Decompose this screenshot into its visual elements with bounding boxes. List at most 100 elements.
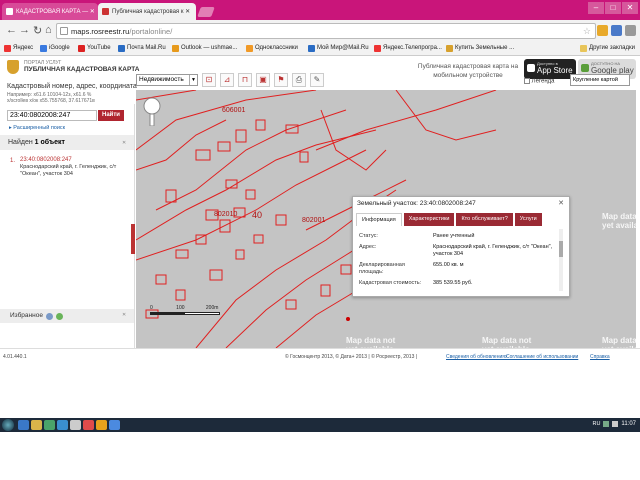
os-taskbar: RU 11:07 <box>0 418 640 432</box>
parcel-marker[interactable] <box>346 317 350 321</box>
tab-cadastral-map[interactable]: КАДАСТРОВАЯ КАРТА — ✕ <box>2 3 98 20</box>
layers-icon[interactable]: ▣ <box>256 73 270 87</box>
measure-distance-icon[interactable]: ⊿ <box>220 73 234 87</box>
terms-link[interactable]: Соглашение об использовании <box>506 354 578 360</box>
help-link[interactable]: Справка <box>590 354 610 360</box>
volume-icon[interactable] <box>612 421 619 427</box>
site-title[interactable]: ПУБЛИЧНАЯ КАДАСТРОВАЯ КАРТА <box>24 66 139 73</box>
tab-information[interactable]: Информация <box>356 213 402 226</box>
print-icon[interactable]: ⎙ <box>292 73 306 87</box>
bookmark-youtube[interactable]: YouTube <box>78 45 111 52</box>
bookmark-land-plots[interactable]: Купить Земельные ... <box>446 45 515 52</box>
skype-icon[interactable] <box>57 420 68 430</box>
basemap-select[interactable]: Кругление картой <box>570 74 630 86</box>
bookmark-igoogle[interactable]: iGoogle <box>40 45 70 52</box>
legend-checkbox[interactable] <box>524 78 530 84</box>
scrollbar-thumb[interactable] <box>559 241 563 257</box>
bookmark-star-icon[interactable]: ☆ <box>583 26 591 37</box>
tab-services[interactable]: Услуги <box>514 213 542 226</box>
close-icon[interactable]: ✕ <box>558 199 564 207</box>
reload-icon[interactable]: ↻ <box>33 24 42 37</box>
result-index: 1. <box>10 158 16 164</box>
page-icon <box>446 45 453 52</box>
updates-link[interactable]: Сведения об обновлениях <box>446 354 507 360</box>
left-panel: 23:40:0802008:247 Найти ▸ Расширенный по… <box>0 104 135 348</box>
firefox-icon[interactable] <box>96 420 107 430</box>
coat-of-arms-icon <box>7 60 19 74</box>
bookmark-label: Купить Земельные ... <box>455 45 515 51</box>
search-label: Кадастровый номер, адрес, координата <box>7 83 137 90</box>
bookmark-map-icon[interactable]: ⚑ <box>274 73 288 87</box>
site-footer: 4.01.440.1 © Госмонцентр 2013, © Дата+ 2… <box>0 348 640 366</box>
close-window-icon[interactable]: ✕ <box>622 2 638 14</box>
popup-scrollbar[interactable] <box>559 229 563 291</box>
home-icon[interactable]: ⌂ <box>45 24 52 36</box>
extension-icon[interactable] <box>611 25 622 36</box>
outlook-icon <box>172 45 179 52</box>
bookmark-odnoklassniki[interactable]: Одноклассники <box>246 45 298 52</box>
results-header: Найден 1 объект <box>0 135 134 150</box>
layer-select[interactable]: Недвижимость ▼ <box>136 74 198 86</box>
pan-zoom-control[interactable] <box>142 96 168 126</box>
back-arrow-icon[interactable]: ← <box>6 24 17 36</box>
extension-icon[interactable] <box>597 25 608 36</box>
collapse-icon[interactable]: ✕ <box>122 312 126 318</box>
bookmark-outlook[interactable]: Outlook — ushmae... <box>172 45 238 52</box>
opera-icon[interactable] <box>83 420 94 430</box>
favorites-header[interactable]: Избранное <box>0 309 134 323</box>
maximize-icon[interactable]: □ <box>605 2 621 14</box>
splitter-handle[interactable] <box>131 224 135 254</box>
chevron-down-icon: ▼ <box>189 75 197 85</box>
folder-icon[interactable] <box>31 420 42 430</box>
network-icon[interactable] <box>603 421 610 427</box>
legend-toggle[interactable]: Легенда <box>524 78 555 85</box>
new-tab-button[interactable] <box>197 7 215 17</box>
map-label: 606001 <box>222 107 245 114</box>
bookmark-label: Почта Mail.Ru <box>127 45 166 51</box>
popup-tabs: Информация Характеристики Кто обслуживае… <box>356 213 568 226</box>
advanced-search-link[interactable]: ▸ Расширенный поиск <box>9 125 65 131</box>
url-host: maps.rosreestr.ru <box>71 27 130 36</box>
other-bookmarks[interactable]: Другие закладки <box>580 45 635 52</box>
draw-tool-icon[interactable]: ✎ <box>310 73 324 87</box>
search-value: 23:40:0802008:247 <box>10 112 71 119</box>
media-icon[interactable] <box>44 420 55 430</box>
odnoklassniki-icon <box>246 45 253 52</box>
tab-who-serves[interactable]: Кто обслуживает? <box>456 213 513 226</box>
address-bar[interactable]: maps.rosreestr.ru/portalonline/ ☆ <box>56 23 596 39</box>
tab-public-cadastral-map[interactable]: Публичная кадастровая к ✕ <box>98 3 196 20</box>
chrome-icon[interactable] <box>109 420 120 430</box>
favorite-add-icon[interactable] <box>46 313 53 320</box>
bookmark-moy-mir[interactable]: Мой Мир@Mail.Ru <box>308 45 369 52</box>
panel-splitter[interactable] <box>131 104 135 348</box>
popup-title: Земельный участок: 23:40:0802008:247 <box>357 200 476 207</box>
collapse-icon[interactable]: ✕ <box>122 140 126 146</box>
measure-area-icon[interactable]: ⊡ <box>202 73 216 87</box>
minimize-icon[interactable]: – <box>588 2 604 14</box>
bookmark-yandex-tv[interactable]: Яндекс.Телепрогра... <box>374 45 442 52</box>
start-button-icon[interactable] <box>2 419 14 431</box>
forward-arrow-icon[interactable]: → <box>19 24 30 36</box>
bookmark-label: Outlook — ushmae... <box>181 45 238 51</box>
language-indicator[interactable]: RU <box>592 421 600 427</box>
tab-strip: КАДАСТРОВАЯ КАРТА — ✕ Публичная кадастро… <box>0 0 640 20</box>
bookmark-mail-ru[interactable]: Почта Mail.Ru <box>118 45 166 52</box>
app-store-badge[interactable]: Доступно в App Store <box>524 59 576 79</box>
parcel-info-popup: Земельный участок: 23:40:0802008:247 ✕ И… <box>352 196 570 297</box>
layer-select-value: Недвижимость <box>139 76 184 83</box>
ie-icon[interactable] <box>18 420 29 430</box>
search-input[interactable]: 23:40:0802008:247 <box>7 110 97 121</box>
no-data-watermark: Map data not yet available <box>346 336 396 348</box>
tab-characteristics[interactable]: Характеристики <box>403 213 455 226</box>
select-parcel-icon[interactable]: ⊓ <box>238 73 252 87</box>
wrench-menu-icon[interactable] <box>625 25 636 36</box>
found-label: Найден <box>8 139 33 146</box>
app-icon[interactable] <box>70 420 81 430</box>
result-cadastral-link[interactable]: 23:40:0802008:247 <box>20 157 72 163</box>
extension-icons <box>597 25 636 36</box>
bookmark-yandex[interactable]: Яндекс <box>4 45 33 52</box>
clock[interactable]: 11:07 <box>621 421 636 427</box>
search-button[interactable]: Найти <box>98 110 124 121</box>
bookmark-label: YouTube <box>87 45 111 51</box>
favorite-list-icon[interactable] <box>56 313 63 320</box>
